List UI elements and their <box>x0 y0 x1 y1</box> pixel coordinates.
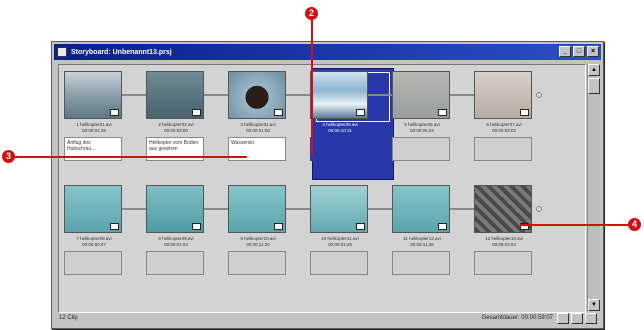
clip-connector <box>450 94 474 96</box>
clip-duration: 00:00:11:20 <box>246 242 270 247</box>
row-end-connector <box>536 92 542 98</box>
scroll-down-arrow-icon[interactable]: ▼ <box>588 299 600 311</box>
video-clip-icon <box>356 109 365 116</box>
window-controls: _ □ × <box>559 46 599 57</box>
clip-thumbnail[interactable] <box>64 185 122 233</box>
row-end-connector <box>536 206 542 212</box>
clip-note-field[interactable] <box>392 137 450 161</box>
clip-note-field[interactable] <box>228 251 286 275</box>
clip-connector <box>204 94 228 96</box>
clip-thumbnail[interactable] <box>310 185 368 233</box>
video-clip-icon <box>274 223 283 230</box>
clip-note-field[interactable] <box>310 137 368 161</box>
callout-2: 2 <box>305 7 318 20</box>
vertical-scrollbar[interactable]: ▲ ▼ <box>587 64 600 311</box>
clip-thumbnail[interactable] <box>146 185 204 233</box>
video-clip-icon <box>192 109 201 116</box>
close-button[interactable]: × <box>587 46 599 57</box>
video-clip-icon <box>438 109 447 116</box>
clip-thumbnail[interactable] <box>228 185 286 233</box>
clip-connector <box>122 94 146 96</box>
clip-duration: 00:00:03:02 <box>492 128 516 133</box>
clip-name: 4 helikopter05.avi <box>322 122 358 127</box>
video-clip-icon <box>110 223 119 230</box>
video-clip-icon <box>356 223 365 230</box>
clip-connector <box>368 94 392 96</box>
title-bar[interactable]: Storyboard: Unbenannt13.prsj _ □ × <box>54 44 601 60</box>
video-clip-icon <box>274 109 283 116</box>
clip-name: 5 helikopter06.avi <box>404 122 440 127</box>
total-duration: Gesamtdauer: 00:00:59:07 <box>481 315 553 321</box>
clip-duration: 00:00:03:04 <box>492 242 516 247</box>
clip-name: 6 helikopter07.avi <box>486 122 522 127</box>
delete-button[interactable] <box>585 313 597 324</box>
clip-thumbnail[interactable] <box>146 71 204 119</box>
scroll-up-arrow-icon[interactable]: ▲ <box>588 64 600 76</box>
clip-name: 1 helikopter01.avi <box>76 122 112 127</box>
clip-name: 7 helikopter08.avi <box>76 236 112 241</box>
clip-duration: 00:00:01:29 <box>328 242 352 247</box>
status-bar: 12 Clip Gesamtdauer: 00:00:59:07 <box>56 313 599 325</box>
clip-name: 8 helikopter09.avi <box>158 236 194 241</box>
clip-note-field[interactable] <box>474 251 532 275</box>
clip-note-field[interactable] <box>146 251 204 275</box>
callout-4: 4 <box>628 218 641 231</box>
window-title: Storyboard: Unbenannt13.prsj <box>71 48 172 56</box>
callout-2-leader <box>311 20 313 156</box>
clip-note-field[interactable] <box>392 251 450 275</box>
callout-4-leader <box>520 224 628 226</box>
clip-thumbnail[interactable] <box>474 71 532 119</box>
clip-connector <box>368 208 392 210</box>
callout-3-leader <box>15 156 247 158</box>
maximize-button[interactable]: □ <box>573 46 585 57</box>
clip-connector <box>204 208 228 210</box>
clip-connector <box>286 94 310 96</box>
clip-name: 9 helikopter10.avi <box>240 236 276 241</box>
storyboard-window: Storyboard: Unbenannt13.prsj _ □ × 1 hel… <box>51 41 604 329</box>
clip-duration: 00:00:11:26 <box>410 242 434 247</box>
automate-button[interactable] <box>571 313 583 324</box>
clip-thumbnail[interactable] <box>392 185 450 233</box>
video-clip-icon <box>110 109 119 116</box>
callout-3: 3 <box>2 150 15 163</box>
clip-count: 12 Clip <box>59 315 78 321</box>
clip-duration: 00:00:01:00 <box>246 128 270 133</box>
clip-name: 3 helikopter04.avi <box>240 122 276 127</box>
clip-note-field[interactable] <box>64 251 122 275</box>
clip-thumbnail[interactable] <box>228 71 286 119</box>
clip-thumbnail[interactable] <box>64 71 122 119</box>
storyboard-view-button[interactable] <box>557 313 569 324</box>
clip-duration: 00:00:01:04 <box>164 242 188 247</box>
clip-duration: 00:00:03:00 <box>164 128 188 133</box>
clip-thumbnail[interactable] <box>310 71 368 119</box>
clip-name: 11 helikopter12.avi <box>403 236 441 241</box>
clip-name: 12 helikopter13.avi <box>485 236 523 241</box>
clip-duration: 00:00:05:24 <box>410 128 434 133</box>
clip-connector <box>122 208 146 210</box>
minimize-button[interactable]: _ <box>559 46 571 57</box>
video-clip-icon <box>438 223 447 230</box>
storyboard-app-icon <box>57 47 67 57</box>
scroll-thumb[interactable] <box>588 78 600 94</box>
clip-thumbnail[interactable] <box>392 71 450 119</box>
storyboard-grid: 1 helikopter01.avi 00:00:04:26 Anflug des … <box>58 64 586 313</box>
clip-duration: 00:00:10:11 <box>328 128 352 133</box>
clip-connector <box>450 208 474 210</box>
clip-name: 2 helikopter02.avi <box>158 122 194 127</box>
clip-note-field[interactable] <box>310 251 368 275</box>
clip-duration: 00:00:04:26 <box>82 128 106 133</box>
clip-note-field[interactable] <box>474 137 532 161</box>
clip-connector <box>286 208 310 210</box>
clip-name: 10 helikopter11.avi <box>321 236 359 241</box>
clip-duration: 00:00:00:07 <box>82 242 106 247</box>
video-clip-icon <box>520 109 529 116</box>
video-clip-icon <box>192 223 201 230</box>
